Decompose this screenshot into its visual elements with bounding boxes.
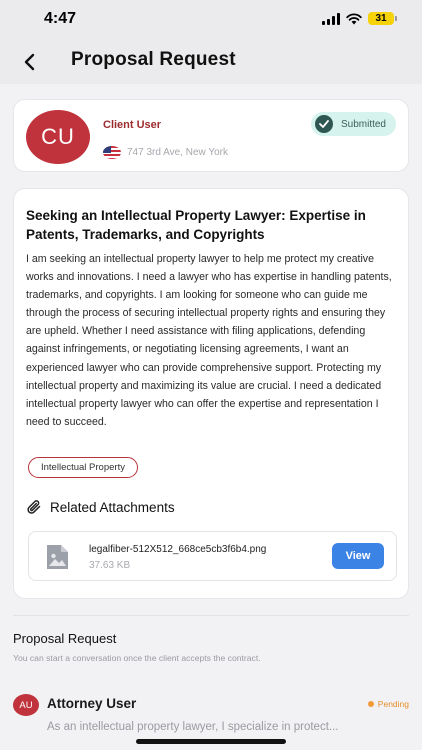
attachments-header: Related Attachments xyxy=(26,499,175,515)
category-tag: Intellectual Property xyxy=(28,457,138,478)
status-bar: 4:47 31 xyxy=(0,0,422,40)
battery-icon: 31 xyxy=(368,12,397,25)
client-location: 747 3rd Ave, New York xyxy=(103,146,228,159)
section-divider xyxy=(13,615,409,616)
proposal-section-subtitle: You can start a conversation once the cl… xyxy=(13,653,261,663)
status-badge: Submitted xyxy=(310,112,396,136)
cellular-signal-icon xyxy=(322,12,340,25)
attachment-item: legalfiber-512X512_668ce5cb3f6b4.png 37.… xyxy=(28,531,397,581)
client-card: CU Client User 747 3rd Ave, New York Sub… xyxy=(13,99,409,172)
proposal-title: Seeking an Intellectual Property Lawyer:… xyxy=(26,208,366,242)
attorney-message-preview[interactable]: As an intellectual property lawyer, I sp… xyxy=(47,721,411,733)
proposal-card: Seeking an Intellectual Property Lawyer:… xyxy=(13,188,409,599)
chevron-left-icon xyxy=(24,53,35,71)
wifi-icon xyxy=(346,12,362,24)
client-name: Client User xyxy=(103,119,162,131)
status-time: 4:47 xyxy=(44,10,77,27)
pending-status-label: Pending xyxy=(377,699,409,709)
status-icons: 31 xyxy=(322,12,397,25)
client-location-text: 747 3rd Ave, New York xyxy=(127,147,228,158)
us-flag-icon xyxy=(103,146,121,159)
pending-status: Pending xyxy=(367,699,409,709)
back-button[interactable] xyxy=(16,48,44,76)
page-title: Proposal Request xyxy=(71,49,236,70)
view-attachment-button[interactable]: View xyxy=(332,543,384,569)
check-circle-icon xyxy=(314,115,333,133)
home-indicator[interactable] xyxy=(136,739,286,744)
image-file-icon xyxy=(47,545,68,569)
attachments-title: Related Attachments xyxy=(50,499,175,515)
nav-bar: Proposal Request xyxy=(0,40,422,84)
attorney-avatar: AU xyxy=(13,694,39,716)
attachment-file-name: legalfiber-512X512_668ce5cb3f6b4.png xyxy=(89,544,267,555)
proposal-section-title: Proposal Request xyxy=(13,631,117,646)
client-avatar: CU xyxy=(26,110,90,164)
attachment-file-size: 37.63 KB xyxy=(89,560,131,571)
paperclip-icon xyxy=(27,500,41,514)
pending-dot-icon xyxy=(367,701,374,707)
attorney-name[interactable]: Attorney User xyxy=(47,696,136,711)
proposal-description: I am seeking an intellectual property la… xyxy=(26,253,392,428)
status-badge-label: Submitted xyxy=(340,118,386,130)
